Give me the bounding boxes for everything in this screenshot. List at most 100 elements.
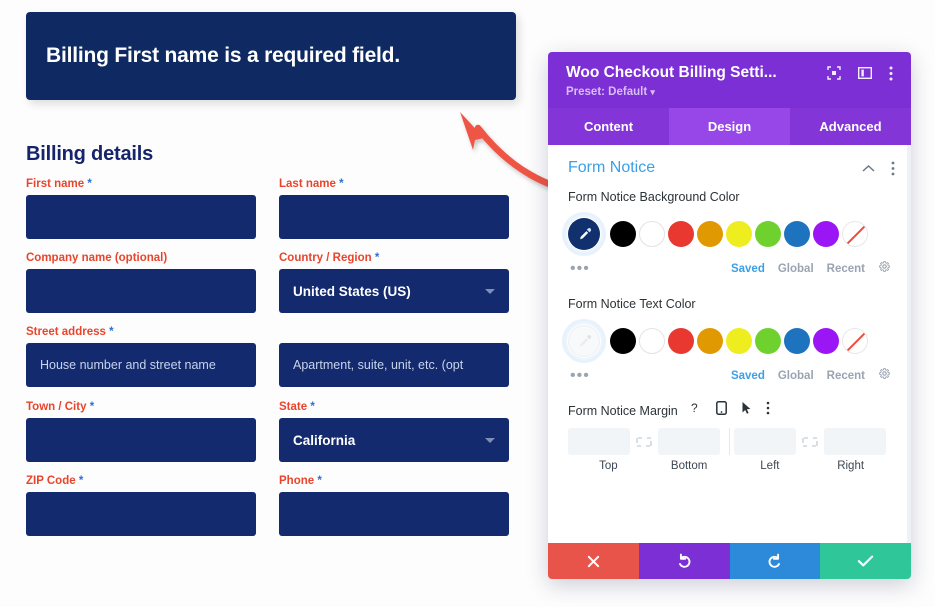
- billing-details-heading: Billing details: [26, 143, 154, 165]
- color-tab-recent[interactable]: Recent: [827, 370, 865, 382]
- color-swatch-yellow[interactable]: [726, 221, 752, 247]
- required-marker: *: [109, 326, 114, 338]
- more-options-icon[interactable]: •••: [570, 368, 590, 384]
- state-select[interactable]: California: [279, 418, 509, 462]
- chevron-down-icon: [485, 437, 495, 443]
- color-swatch-black[interactable]: [610, 328, 636, 354]
- required-marker: *: [89, 401, 95, 413]
- color-swatch-purple[interactable]: [813, 221, 839, 247]
- selected-color-swatch[interactable]: [565, 215, 603, 253]
- tab-design[interactable]: Design: [669, 108, 790, 145]
- redo-button[interactable]: [729, 543, 821, 579]
- billing-form: First name * Last name * Company name (o…: [26, 178, 516, 536]
- color-swatch-black[interactable]: [610, 221, 636, 247]
- field-first-name: First name *: [26, 178, 256, 239]
- required-marker: *: [317, 475, 322, 487]
- gear-icon[interactable]: [878, 367, 891, 385]
- gear-icon[interactable]: [878, 260, 891, 278]
- field-form-notice-background-color: Form Notice Background Color ••• Saved G…: [548, 189, 911, 278]
- save-button[interactable]: [820, 543, 911, 579]
- color-swatch-green[interactable]: [755, 328, 781, 354]
- form-row: Street address * House number and street…: [26, 326, 516, 387]
- margin-input-row: [548, 428, 911, 455]
- color-swatch-orange[interactable]: [697, 328, 723, 354]
- color-swatch-green[interactable]: [755, 221, 781, 247]
- panel-header-icons: [827, 66, 895, 81]
- layout-icon[interactable]: [858, 66, 872, 80]
- link-toggle-icon[interactable]: [630, 436, 658, 447]
- section-form-notice-header[interactable]: Form Notice: [548, 145, 911, 189]
- color-swatch-red[interactable]: [668, 221, 694, 247]
- color-swatch-red[interactable]: [668, 328, 694, 354]
- panel-scrollbar[interactable]: [907, 145, 911, 543]
- kebab-menu-icon[interactable]: [891, 161, 895, 176]
- color-swatch-orange[interactable]: [697, 221, 723, 247]
- close-x-icon: [587, 555, 600, 567]
- responsive-mobile-icon[interactable]: [715, 401, 727, 420]
- chevron-up-icon[interactable]: [862, 164, 875, 173]
- hover-cursor-icon[interactable]: [741, 401, 752, 420]
- required-marker: *: [310, 401, 315, 413]
- country-region-value: United States (US): [293, 283, 411, 299]
- kebab-menu-icon[interactable]: [889, 66, 893, 81]
- selected-color-swatch[interactable]: [565, 322, 603, 360]
- margin-right-input[interactable]: [824, 428, 886, 455]
- margin-left-input[interactable]: [734, 428, 796, 455]
- color-tab-saved[interactable]: Saved: [731, 370, 765, 382]
- margin-bottom-input[interactable]: [658, 428, 720, 455]
- color-swatch-transparent[interactable]: [842, 221, 868, 247]
- company-name-input[interactable]: [26, 269, 256, 313]
- street-address-input[interactable]: House number and street name: [26, 343, 256, 387]
- link-toggle-icon[interactable]: [796, 436, 824, 447]
- field-zip-code: ZIP Code *: [26, 475, 256, 536]
- color-swatch-white[interactable]: [639, 221, 665, 247]
- color-swatch-white[interactable]: [639, 328, 665, 354]
- required-marker: *: [78, 475, 84, 487]
- last-name-input[interactable]: [279, 195, 509, 239]
- field-label: Last name *: [279, 178, 344, 190]
- zip-code-input[interactable]: [26, 492, 256, 536]
- color-swatch-transparent[interactable]: [842, 328, 868, 354]
- divi-settings-panel: Woo Checkout Billing Setti... Preset: De…: [548, 52, 911, 579]
- panel-preset[interactable]: Preset: Default ▾: [566, 86, 895, 98]
- color-swatch-blue[interactable]: [784, 328, 810, 354]
- more-options-icon[interactable]: •••: [570, 261, 590, 277]
- address-line-2-input[interactable]: Apartment, suite, unit, etc. (opt: [279, 343, 509, 387]
- kebab-menu-icon[interactable]: [766, 401, 770, 420]
- margin-top-input[interactable]: [568, 428, 630, 455]
- undo-button[interactable]: [638, 543, 730, 579]
- required-marker: *: [374, 252, 380, 264]
- field-label: Company name (optional): [26, 252, 168, 264]
- panel-title: Woo Checkout Billing Setti...: [566, 64, 777, 81]
- field-form-notice-margin-header: Form Notice Margin ?: [548, 401, 911, 420]
- margin-label-row: Top Bottom Left Right: [548, 460, 911, 472]
- color-swatch-blue[interactable]: [784, 221, 810, 247]
- color-source-tabs: Saved Global Recent: [731, 367, 891, 385]
- phone-input[interactable]: [279, 492, 509, 536]
- color-meta-row: ••• Saved Global Recent: [568, 260, 891, 278]
- margin-label-bottom: Bottom: [670, 460, 708, 472]
- color-tab-global[interactable]: Global: [778, 370, 814, 382]
- color-tab-global[interactable]: Global: [778, 263, 814, 275]
- color-tab-recent[interactable]: Recent: [827, 263, 865, 275]
- form-notice-banner: Billing First name is a required field.: [26, 12, 516, 100]
- tab-content[interactable]: Content: [548, 108, 669, 145]
- color-swatch-purple[interactable]: [813, 328, 839, 354]
- color-tab-saved[interactable]: Saved: [731, 263, 765, 275]
- first-name-input[interactable]: [26, 195, 256, 239]
- town-city-input[interactable]: [26, 418, 256, 462]
- color-swatch-yellow[interactable]: [726, 328, 752, 354]
- help-icon[interactable]: ?: [690, 401, 702, 420]
- field-label: First name *: [26, 178, 92, 190]
- field-phone: Phone *: [279, 475, 509, 536]
- form-row: Town / City * State * California: [26, 401, 516, 462]
- focus-icon[interactable]: [827, 66, 841, 80]
- country-region-select[interactable]: United States (US): [279, 269, 509, 313]
- svg-text:?: ?: [691, 401, 698, 415]
- cancel-button[interactable]: [548, 543, 639, 579]
- eyedropper-icon: [568, 218, 600, 250]
- tab-advanced[interactable]: Advanced: [790, 108, 911, 145]
